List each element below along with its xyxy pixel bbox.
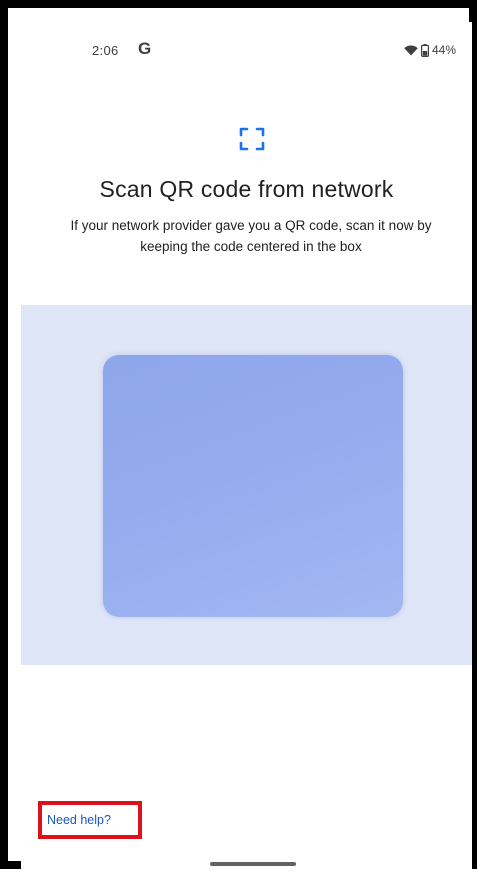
- page-title: Scan QR code from network: [99, 176, 394, 202]
- status-time: 2:06: [92, 43, 119, 58]
- need-help-link[interactable]: Need help?: [47, 813, 111, 827]
- battery-percent: 44%: [431, 43, 456, 57]
- qr-scan-box: [103, 355, 403, 617]
- screenshot-frame: 2:06 G 44% Scan QR code from network If …: [0, 0, 477, 872]
- help-highlight-box: Need help?: [38, 801, 142, 839]
- status-bar: 2:06 G 44%: [21, 22, 472, 76]
- wifi-icon: [404, 44, 418, 56]
- google-icon: G: [138, 39, 152, 58]
- camera-viewfinder: [21, 305, 472, 665]
- navigation-handle[interactable]: [210, 862, 296, 866]
- phone-screen: 2:06 G 44% Scan QR code from network If …: [21, 22, 472, 872]
- battery-icon: [420, 43, 429, 57]
- status-indicators: 44%: [404, 43, 456, 57]
- page-description: If your network provider gave you a QR c…: [70, 218, 432, 254]
- qr-scan-frame-icon: [238, 125, 266, 153]
